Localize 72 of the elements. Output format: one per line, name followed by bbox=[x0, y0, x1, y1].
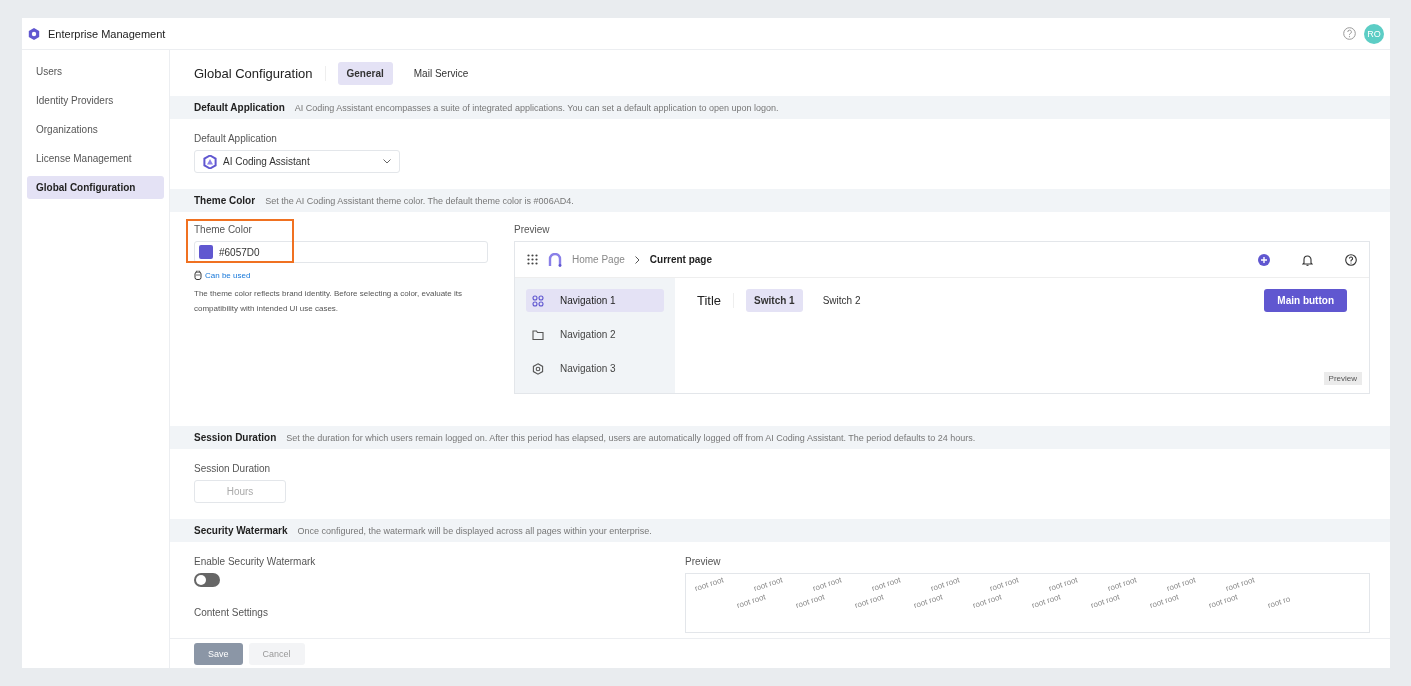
sidebar-item[interactable]: Organizations bbox=[27, 118, 164, 141]
watermark-text: root root bbox=[971, 591, 1004, 611]
main-button[interactable]: Main button bbox=[1264, 289, 1347, 312]
logo-icon bbox=[28, 27, 40, 40]
watermark-text: root root bbox=[1030, 591, 1063, 611]
preview-label: Preview bbox=[685, 556, 722, 567]
brand-logo-icon bbox=[548, 252, 562, 267]
section-description: Set the duration for which users remain logged on. After this period has elapsed, users are automatically logged off from AI Coding Assistant. The period defaults to 24 hours. bbox=[286, 432, 976, 443]
section-description: Once configured, the watermark will be displayed across all pages within your enterprise. bbox=[297, 525, 652, 536]
watermark-text: root ro bbox=[1266, 593, 1293, 611]
field-label: Session Duration bbox=[194, 463, 272, 474]
breadcrumb-item[interactable]: Home Page bbox=[572, 254, 625, 265]
help-text: The theme color reflects brand identity. Before selecting a color, evaluate its compatibility with intended UI use cases. bbox=[194, 288, 463, 315]
watermark-text: root root bbox=[870, 574, 903, 594]
field-label: Content Settings bbox=[194, 607, 269, 618]
watermark-text: root root bbox=[1089, 591, 1122, 611]
hexagon-icon bbox=[532, 362, 544, 375]
watermark-text: root root bbox=[1224, 574, 1257, 594]
field-label: Enable Security Watermark bbox=[194, 556, 317, 567]
nav-item[interactable]: Navigation 3 bbox=[526, 357, 664, 380]
watermark-text: root root bbox=[1165, 574, 1198, 594]
watermark-text: root root bbox=[1148, 591, 1181, 611]
chevron-down-icon bbox=[383, 159, 391, 164]
watermark-text: root root bbox=[752, 574, 785, 594]
grid-menu-icon[interactable] bbox=[527, 254, 538, 265]
field-label: Default Application bbox=[194, 133, 278, 144]
watermark-text: root root bbox=[794, 591, 827, 611]
sidebar-item[interactable]: Global Configuration bbox=[27, 176, 164, 199]
watermark-text: root root bbox=[1106, 574, 1139, 594]
watermark-text: root root bbox=[912, 591, 945, 611]
section-title: Default Application bbox=[194, 102, 285, 113]
sidebar-item[interactable]: Users bbox=[27, 60, 164, 83]
preview-tag: Preview bbox=[1323, 372, 1362, 385]
switch-tab[interactable]: Switch 2 bbox=[814, 289, 869, 312]
section-title: Session Duration bbox=[194, 432, 277, 443]
watermark-text: root root bbox=[693, 574, 726, 594]
sidebar-item[interactable]: License Management bbox=[27, 147, 164, 170]
watermark-text: root root bbox=[811, 574, 844, 594]
help-icon[interactable] bbox=[1345, 253, 1357, 266]
nav-item[interactable]: Navigation 2 bbox=[526, 323, 664, 346]
app-title: Enterprise Management bbox=[48, 27, 167, 40]
preview-label: Preview bbox=[514, 224, 551, 235]
field-label: Theme Color bbox=[194, 224, 253, 235]
section-title: Security Watermark bbox=[194, 525, 288, 536]
watermark-text: root root bbox=[929, 574, 962, 594]
sidebar-item[interactable]: Identity Providers bbox=[27, 89, 164, 112]
switch-tab[interactable]: Switch 1 bbox=[746, 289, 803, 312]
add-icon[interactable] bbox=[1258, 253, 1270, 266]
watermark-text: root root bbox=[1207, 591, 1240, 611]
color-field[interactable]: #6057D0 bbox=[194, 241, 488, 263]
app-dropdown[interactable]: AI Coding Assistant bbox=[194, 150, 400, 173]
nav-item[interactable]: Navigation 1 bbox=[526, 289, 664, 312]
watermark-text: root root bbox=[853, 591, 886, 611]
tab[interactable]: General bbox=[337, 61, 393, 85]
apps-icon bbox=[532, 294, 544, 307]
section-description: AI Coding Assistant encompasses a suite of integrated applications. You can set a default application to open upon logon. bbox=[294, 102, 779, 113]
preview-title: Title bbox=[697, 293, 735, 308]
section-title: Theme Color bbox=[194, 195, 256, 206]
folder-icon bbox=[532, 328, 544, 341]
chevron-right-icon bbox=[634, 255, 640, 264]
color-swatch[interactable] bbox=[199, 245, 213, 259]
breadcrumb-item: Current page bbox=[649, 254, 713, 265]
watermark-text: root root bbox=[735, 591, 768, 611]
status-text: Can be used bbox=[205, 270, 251, 280]
watermark-text: root root bbox=[988, 574, 1021, 594]
watermark-text: root root bbox=[1047, 574, 1080, 594]
bell-icon[interactable] bbox=[1302, 253, 1313, 266]
app-logo-icon bbox=[203, 154, 217, 169]
page-title: Global Configuration bbox=[194, 65, 326, 81]
section-description: Set the AI Coding Assistant theme color. The default theme color is #006AD4. bbox=[265, 195, 574, 206]
tab[interactable]: Mail Service bbox=[404, 61, 478, 85]
toggle-switch[interactable] bbox=[194, 573, 220, 587]
